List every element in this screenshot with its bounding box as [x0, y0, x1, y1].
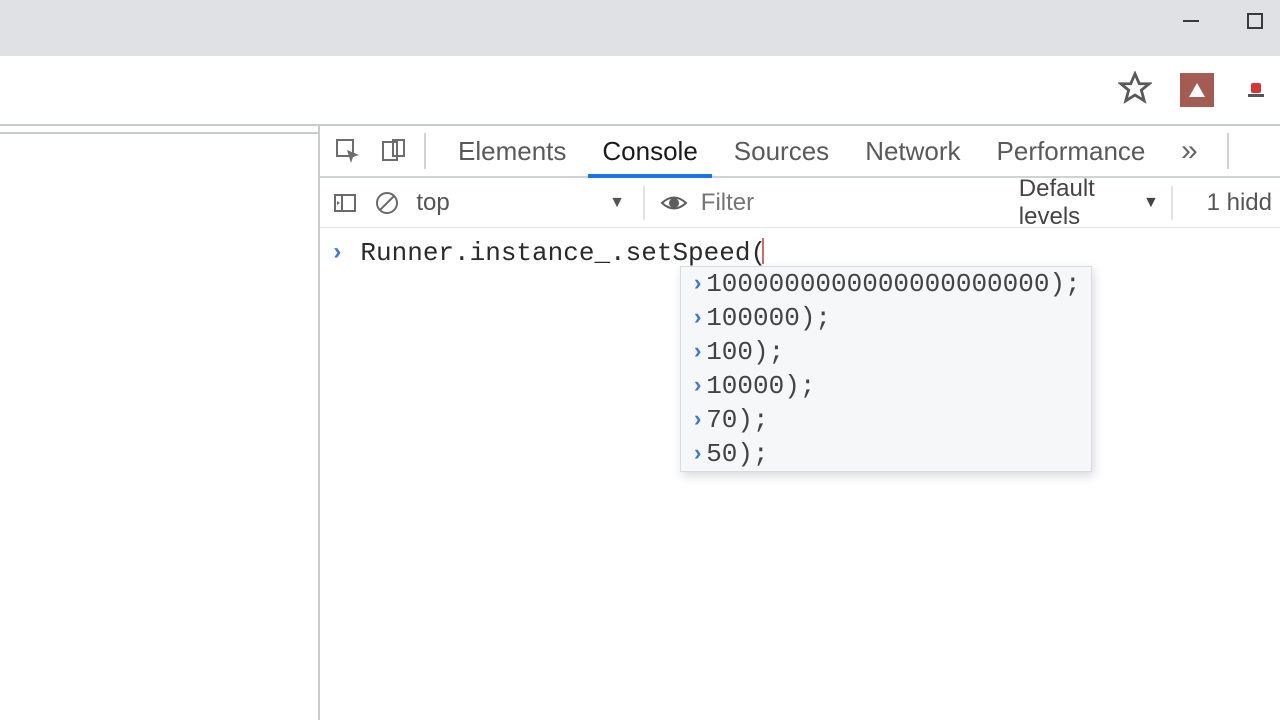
prompt-chevron-icon: › — [330, 238, 344, 270]
device-toggle-icon[interactable] — [374, 131, 414, 171]
autocomplete-text: 50); — [706, 439, 768, 469]
text-cursor — [762, 238, 764, 264]
tab-console[interactable]: Console — [584, 126, 715, 176]
clear-console-icon[interactable] — [370, 183, 404, 223]
autocomplete-popup: ›1000000000000000000000); ›100000); ›100… — [680, 266, 1092, 472]
divider — [1227, 133, 1229, 169]
tab-performance[interactable]: Performance — [979, 126, 1164, 176]
execution-context-label: top — [416, 189, 449, 217]
maximize-button[interactable] — [1240, 6, 1270, 36]
chevron-right-icon: › — [691, 408, 704, 433]
console-body: › Runner.instance_.setSpeed( ›1000000000… — [320, 228, 1280, 274]
divider — [424, 133, 426, 169]
autocomplete-item[interactable]: ›100000); — [681, 301, 1091, 335]
execution-context-select[interactable]: top ▼ — [416, 189, 631, 217]
chevron-right-icon: › — [691, 272, 704, 297]
autocomplete-text: 70); — [706, 405, 768, 435]
hidden-messages-label[interactable]: 1 hidd — [1207, 189, 1272, 217]
autocomplete-item[interactable]: ›50); — [681, 437, 1091, 471]
live-expression-icon[interactable] — [657, 183, 691, 223]
autocomplete-text: 100); — [706, 337, 784, 367]
console-toolbar: top ▼ Default levels ▼ 1 hidd — [320, 178, 1280, 228]
log-levels-label: Default levels — [1019, 175, 1139, 231]
tab-elements[interactable]: Elements — [440, 126, 584, 176]
extension-adobe-icon[interactable] — [1180, 73, 1214, 107]
extension-misc-icon[interactable] — [1242, 76, 1270, 104]
tab-network[interactable]: Network — [847, 126, 978, 176]
autocomplete-text: 100000); — [706, 303, 831, 333]
window-titlebar — [0, 0, 1280, 56]
autocomplete-item[interactable]: ›1000000000000000000000); — [681, 267, 1091, 301]
devtools-tabstrip: Elements Console Sources Network Perform… — [320, 126, 1280, 178]
tabs-overflow-icon[interactable]: » — [1169, 134, 1209, 168]
autocomplete-item[interactable]: ›70); — [681, 403, 1091, 437]
divider — [643, 186, 645, 220]
divider — [1171, 186, 1173, 220]
tab-sources[interactable]: Sources — [716, 126, 847, 176]
chevron-right-icon: › — [691, 442, 704, 467]
browser-toolbar — [0, 56, 1280, 126]
autocomplete-item[interactable]: ›100); — [681, 335, 1091, 369]
dropdown-triangle-icon: ▼ — [609, 194, 625, 212]
devtools-panel: Elements Console Sources Network Perform… — [318, 126, 1280, 720]
autocomplete-text: 10000); — [706, 371, 815, 401]
bookmark-star-icon[interactable] — [1118, 71, 1152, 110]
page-content — [0, 132, 318, 726]
chevron-right-icon: › — [691, 340, 704, 365]
chevron-right-icon: › — [691, 374, 704, 399]
console-filter-input[interactable] — [701, 189, 1011, 217]
console-input-text[interactable]: Runner.instance_.setSpeed( — [360, 238, 766, 268]
inspect-element-icon[interactable] — [328, 131, 368, 171]
log-levels-select[interactable]: Default levels ▼ — [1019, 175, 1159, 231]
autocomplete-text: 1000000000000000000000); — [706, 269, 1080, 299]
dropdown-triangle-icon: ▼ — [1143, 194, 1159, 212]
toggle-console-sidebar-icon[interactable] — [328, 183, 362, 223]
autocomplete-item[interactable]: ›10000); — [681, 369, 1091, 403]
chevron-right-icon: › — [691, 306, 704, 331]
minimize-button[interactable] — [1176, 6, 1206, 36]
